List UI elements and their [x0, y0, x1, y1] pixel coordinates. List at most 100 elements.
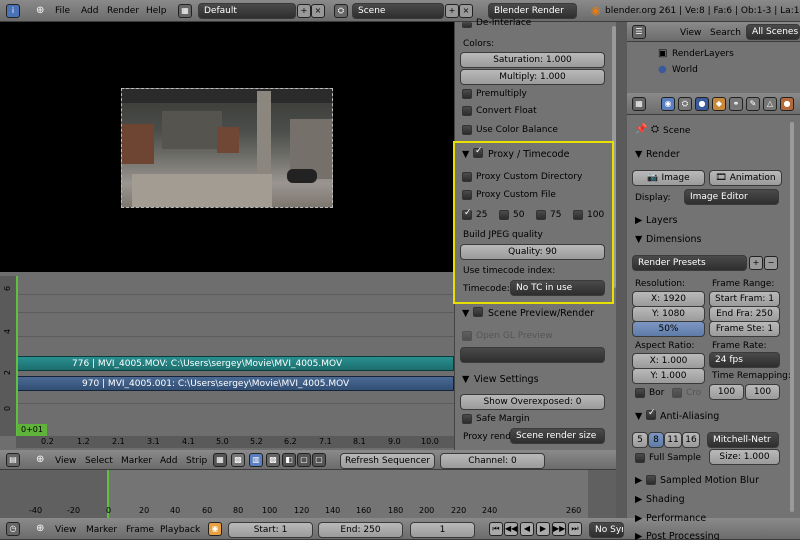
proxy-custom-file-checkbox[interactable]	[462, 190, 472, 200]
menu-marker[interactable]: Marker	[86, 525, 117, 535]
resolution-percent-field[interactable]: 50%	[632, 321, 705, 337]
aspect-x-field[interactable]: X: 1.000	[632, 353, 705, 369]
render-panel-header[interactable]: ▼	[635, 149, 642, 160]
next-keyframe-icon[interactable]: ▶▶	[552, 522, 566, 536]
convert-float-checkbox[interactable]	[462, 106, 472, 116]
jump-start-icon[interactable]: ⏮	[489, 522, 503, 536]
render-animation-button[interactable]: 🎞 Animation	[709, 170, 782, 186]
aa-filter-select[interactable]: Mitchell-Netr	[707, 432, 779, 448]
movie-strip-2[interactable]: 970 | MVI_4005.001: C:\Users\sergey\Movi…	[16, 376, 454, 391]
render-presets-select[interactable]: Render Presets	[632, 255, 747, 271]
plus-icon[interactable]: ⊕	[36, 5, 44, 16]
proxy-25-checkbox[interactable]	[462, 208, 472, 220]
menu-help[interactable]: Help	[146, 6, 167, 16]
fps-select[interactable]: 24 fps	[709, 352, 780, 368]
scene-icon[interactable]: ⛭	[334, 4, 348, 18]
aa-checkbox[interactable]	[646, 408, 656, 420]
proxy-render-select[interactable]: Scene render size	[510, 428, 605, 444]
color-balance-checkbox[interactable]	[462, 125, 472, 135]
refresh-sequencer-button[interactable]: Refresh Sequencer	[340, 453, 435, 469]
scene-tab-icon[interactable]: ⛭	[678, 97, 692, 111]
render-image-button[interactable]: 📷 Image	[632, 170, 705, 186]
layout-icon[interactable]: ▦	[178, 4, 192, 18]
menu-playback[interactable]: Playback	[160, 525, 200, 535]
border-checkbox[interactable]	[635, 388, 645, 398]
remove-preset-icon[interactable]: −	[764, 256, 778, 270]
sequencer-editor-icon[interactable]: ▤	[6, 453, 20, 467]
plus-icon[interactable]: ⊕	[36, 454, 44, 465]
sync-select[interactable]: No Sync	[589, 522, 624, 538]
constraints-tab-icon[interactable]: ⚭	[729, 97, 743, 111]
proxy-panel-header[interactable]: ▼	[462, 149, 469, 160]
data-tab-icon[interactable]: △	[763, 97, 777, 111]
aa-samples-5[interactable]: 5	[632, 432, 648, 448]
frame-step-field[interactable]: Frame Ste: 1	[709, 321, 780, 337]
layout-select[interactable]: Default	[198, 3, 296, 19]
proxy-100-checkbox[interactable]	[573, 210, 583, 220]
view-type-icon[interactable]: ▦	[213, 453, 227, 467]
properties-editor-icon[interactable]: ▦	[632, 97, 646, 111]
jump-end-icon[interactable]: ⏭	[568, 522, 582, 536]
show-overexposed-field[interactable]: Show Overexposed: 0	[460, 394, 605, 410]
menu-search[interactable]: Search	[710, 28, 741, 38]
add-scene-icon[interactable]: +	[445, 4, 459, 18]
menu-view[interactable]: View	[55, 525, 76, 535]
menu-strip[interactable]: Strip	[186, 456, 207, 466]
current-frame-line[interactable]	[16, 276, 18, 436]
modifiers-tab-icon[interactable]: ✎	[746, 97, 760, 111]
layers-panel-header[interactable]: ▶	[635, 215, 642, 226]
properties-scrollbar[interactable]	[790, 122, 794, 512]
safe-margin-checkbox[interactable]	[462, 414, 472, 424]
proxy-custom-dir-checkbox[interactable]	[462, 172, 472, 182]
channel-view-icon[interactable]: ▩	[266, 453, 280, 467]
resolution-x-field[interactable]: X: 1920	[632, 291, 705, 307]
remove-layout-icon[interactable]: ×	[311, 4, 325, 18]
start-frame-field[interactable]: Start Fram: 1	[709, 291, 780, 307]
pin-icon[interactable]: 📌	[635, 124, 647, 135]
start-frame-field[interactable]: Start: 1	[228, 522, 313, 538]
remove-scene-icon[interactable]: ×	[459, 4, 473, 18]
premultiply-checkbox[interactable]	[462, 89, 472, 99]
saturation-field[interactable]: Saturation: 1.000	[460, 52, 605, 68]
post-processing-header[interactable]: ▶	[635, 531, 642, 540]
overlay-icon[interactable]: ◧	[282, 453, 296, 467]
render-tab-icon[interactable]: ◉	[661, 97, 675, 111]
crop-checkbox[interactable]	[672, 388, 682, 398]
multiply-field[interactable]: Multiply: 1.000	[460, 69, 605, 85]
motion-blur-header[interactable]: ▶	[635, 475, 642, 486]
menu-view[interactable]: View	[55, 456, 76, 466]
current-frame-field[interactable]: 1	[410, 522, 475, 538]
outliner-scope-select[interactable]: All Scenes	[746, 24, 800, 40]
remap-new-field[interactable]: 100	[745, 384, 780, 400]
menu-add[interactable]: Add	[160, 456, 177, 466]
checker-icon[interactable]: ▩	[231, 453, 245, 467]
motion-blur-checkbox[interactable]	[646, 475, 656, 485]
open-gl-checkbox[interactable]	[462, 331, 472, 341]
zoom-icon[interactable]: ▢	[312, 453, 326, 467]
keyframe-record-icon[interactable]: ◉	[208, 522, 222, 536]
aa-size-field[interactable]: Size: 1.000	[709, 449, 780, 465]
add-layout-icon[interactable]: +	[297, 4, 311, 18]
scene-select-field[interactable]	[460, 347, 605, 363]
prev-keyframe-icon[interactable]: ◀◀	[504, 522, 518, 536]
proxy-75-checkbox[interactable]	[536, 210, 546, 220]
safe-area-icon[interactable]: ▢	[297, 453, 311, 467]
add-preset-icon[interactable]: +	[749, 256, 763, 270]
menu-add[interactable]: Add	[81, 6, 98, 16]
aa-samples-16[interactable]: 16	[682, 432, 700, 448]
scene-select[interactable]: Scene	[352, 3, 444, 19]
menu-frame[interactable]: Frame	[126, 525, 154, 535]
outliner-item[interactable]: RenderLayers	[672, 49, 734, 59]
outliner-item[interactable]: World	[672, 65, 698, 75]
deinterlace-checkbox[interactable]	[462, 22, 472, 28]
menu-marker[interactable]: Marker	[121, 456, 152, 466]
scene-preview-checkbox[interactable]	[473, 307, 483, 317]
aa-samples-11[interactable]: 11	[664, 432, 682, 448]
object-tab-icon[interactable]: ◆	[712, 97, 726, 111]
aspect-y-field[interactable]: Y: 1.000	[632, 368, 705, 384]
info-editor-icon[interactable]: i	[6, 4, 20, 18]
render-engine-select[interactable]: Blender Render	[488, 3, 577, 19]
outliner-editor-icon[interactable]: ☰	[632, 25, 646, 39]
play-icon[interactable]: ▶	[536, 522, 550, 536]
end-frame-field[interactable]: End: 250	[318, 522, 403, 538]
